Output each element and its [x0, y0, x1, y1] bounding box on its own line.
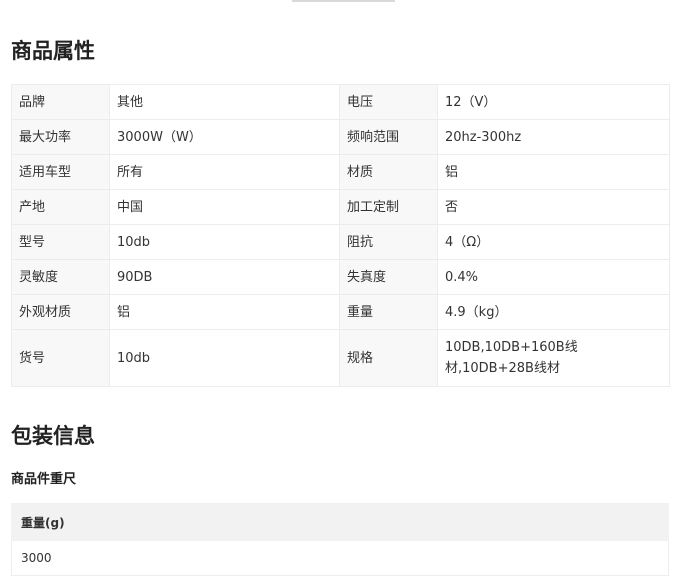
weight-table: 重量(g) 3000	[11, 503, 669, 576]
attr-key: 阻抗	[339, 224, 438, 260]
attr-key: 频响范围	[339, 119, 438, 155]
section-title-packaging: 包装信息	[11, 424, 95, 448]
attr-value: 否	[437, 189, 670, 225]
attr-key: 品牌	[11, 84, 110, 120]
attr-key: 失真度	[339, 259, 438, 295]
attr-value: 4.9（kg）	[437, 294, 670, 330]
packaging-subtitle: 商品件重尺	[11, 472, 77, 487]
table-row: 适用车型 所有 材质 铝	[11, 154, 670, 190]
table-row: 3000	[11, 540, 669, 576]
attr-key: 重量	[339, 294, 438, 330]
attr-value: 其他	[109, 84, 340, 120]
weight-header: 重量(g)	[11, 503, 669, 541]
top-divider	[292, 0, 395, 2]
attr-value: 3000W（W）	[109, 119, 340, 155]
attr-value: 中国	[109, 189, 340, 225]
attr-value: 20hz-300hz	[437, 119, 670, 155]
attr-value: 0.4%	[437, 259, 670, 295]
table-row: 品牌 其他 电压 12（V）	[11, 84, 670, 120]
attr-key: 产地	[11, 189, 110, 225]
table-row: 产地 中国 加工定制 否	[11, 189, 670, 225]
attr-value: 所有	[109, 154, 340, 190]
attr-value: 10DB,10DB+160B线材,10DB+28B线材	[437, 329, 670, 387]
attr-key: 适用车型	[11, 154, 110, 190]
table-row: 外观材质 铝 重量 4.9（kg）	[11, 294, 670, 330]
attr-key: 最大功率	[11, 119, 110, 155]
attr-key: 灵敏度	[11, 259, 110, 295]
attr-value: 铝	[437, 154, 670, 190]
table-row: 型号 10db 阻抗 4（Ω）	[11, 224, 670, 260]
attr-key: 加工定制	[339, 189, 438, 225]
attr-value: 90DB	[109, 259, 340, 295]
weight-value: 3000	[11, 540, 669, 576]
attr-key: 货号	[11, 329, 110, 387]
attr-key: 规格	[339, 329, 438, 387]
attr-key: 材质	[339, 154, 438, 190]
attr-value: 铝	[109, 294, 340, 330]
table-header-row: 重量(g)	[11, 503, 669, 541]
attr-key: 外观材质	[11, 294, 110, 330]
attr-value: 4（Ω）	[437, 224, 670, 260]
attr-value: 10db	[109, 329, 340, 387]
attributes-table: 品牌 其他 电压 12（V） 最大功率 3000W（W） 频响范围 20hz-3…	[11, 84, 670, 387]
attr-value: 12（V）	[437, 84, 670, 120]
attr-key: 电压	[339, 84, 438, 120]
attr-key: 型号	[11, 224, 110, 260]
attr-value: 10db	[109, 224, 340, 260]
table-row: 灵敏度 90DB 失真度 0.4%	[11, 259, 670, 295]
table-row: 最大功率 3000W（W） 频响范围 20hz-300hz	[11, 119, 670, 155]
table-row: 货号 10db 规格 10DB,10DB+160B线材,10DB+28B线材	[11, 329, 670, 387]
section-title-attributes: 商品属性	[11, 39, 95, 63]
